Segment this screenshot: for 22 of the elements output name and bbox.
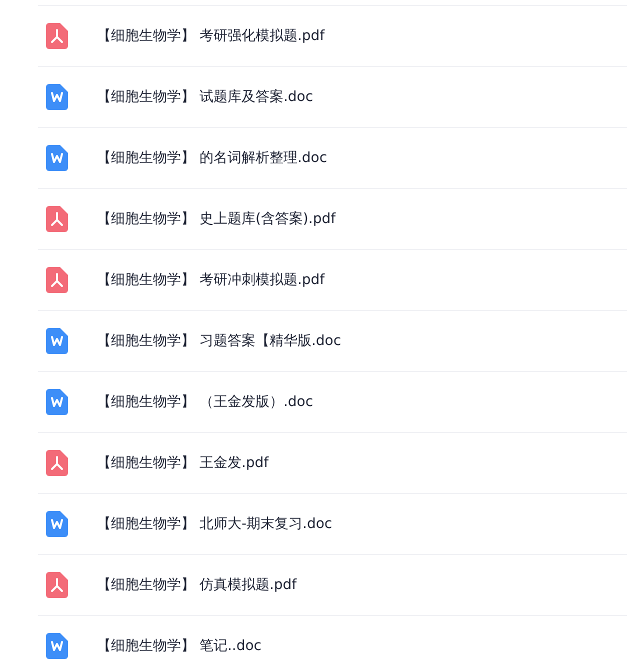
- file-name[interactable]: 【细胞生物学】 史上题库(含答案).pdf: [97, 210, 336, 228]
- file-name[interactable]: 【细胞生物学】 的名词解析整理.doc: [97, 149, 328, 167]
- file-name[interactable]: 【细胞生物学】 试题库及答案.doc: [97, 88, 314, 106]
- file-name[interactable]: 【细胞生物学】 笔记..doc: [97, 637, 262, 655]
- pdf-file-icon: [46, 206, 68, 232]
- pdf-file-icon: [46, 267, 68, 293]
- pdf-file-icon: [46, 450, 68, 476]
- pdf-file-icon: [46, 572, 68, 598]
- word-file-icon: [46, 328, 68, 354]
- word-file-icon: [46, 389, 68, 415]
- file-name[interactable]: 【细胞生物学】 北师大-期末复习.doc: [97, 515, 332, 533]
- word-file-icon: [46, 84, 68, 110]
- file-name[interactable]: 【细胞生物学】 王金发.pdf: [97, 454, 269, 472]
- word-file-icon: [46, 633, 68, 659]
- file-name[interactable]: 【细胞生物学】 仿真模拟题.pdf: [97, 576, 297, 594]
- word-file-icon: [46, 511, 68, 537]
- file-name[interactable]: 【细胞生物学】 考研强化模拟题.pdf: [97, 27, 325, 45]
- word-file-icon: [46, 145, 68, 171]
- file-name[interactable]: 【细胞生物学】 考研冲刺模拟题.pdf: [97, 271, 325, 289]
- file-name[interactable]: 【细胞生物学】 习题答案【精华版.doc: [97, 332, 342, 350]
- pdf-file-icon: [46, 23, 68, 49]
- file-name[interactable]: 【细胞生物学】 （王金发版）.doc: [97, 393, 314, 411]
